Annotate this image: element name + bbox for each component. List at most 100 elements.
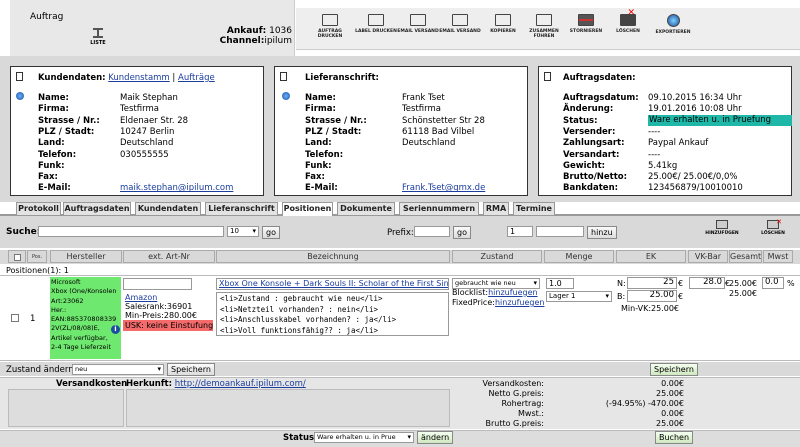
toolbar-button-1[interactable]: LABEL DRUCKEN [354,14,398,34]
toolbar-label: EXPORTIEREN [655,30,691,35]
list-button[interactable]: LISTE [86,28,110,46]
liefer-label-2: Strasse / Nr.: [305,115,367,126]
col-header-0: Pos. [27,250,47,263]
toolbar-button-7[interactable]: ✕ LÖSCHEN [606,9,650,35]
toolbar-button-8[interactable]: EXPORTIEREN [651,14,695,35]
kunde-label-4: Land: [38,138,65,149]
blocklist-label: Blocklist: [452,288,489,297]
search-count-select[interactable]: 10 [227,226,259,237]
auftrag-value-4: Paypal Ankauf [648,138,709,149]
add-position-button[interactable]: HINZUFÜGEN [705,220,739,236]
ankauf-info: Ankauf: 1036 Channel:ipilum [200,26,292,46]
col-header-1: Hersteller [50,250,122,263]
tab-lieferanschrift[interactable]: Lieferanschrift [205,202,278,215]
toolbar-button-4[interactable]: KOPIEREN [481,14,525,34]
email-forward-icon [452,14,468,26]
total-value-3: 0.00€ [661,409,684,418]
liefer-value-0: Frank Tset [402,93,445,103]
hersteller-cell: Microsoft Xbox (One/Konsolen Art:23062 Her.… [50,277,121,359]
lager-select[interactable]: Lager 1 [546,291,612,302]
fixedprice-link[interactable]: hinzufuegen [495,298,545,307]
auftraege-link[interactable]: Aufträge [178,73,215,83]
liefer-doc-icon [280,72,287,81]
total-value-2: (-94.95%) -470.00€ [605,399,684,408]
kunde-label-6: Funk: [38,160,65,171]
toolbar-label: STORNIEREN [569,29,603,34]
add-icon [716,220,728,229]
ek-n-input[interactable]: 25 [627,277,677,289]
kunde-value-8[interactable]: maik.stephan@ipilum.com [120,183,233,193]
liefer-value-8[interactable]: Frank.Tset@gmx.de [402,183,485,193]
toolbar-button-0[interactable]: AUFTRAG DRUCKEN [308,14,352,39]
col-header-5: Menge [544,250,614,263]
kunde-value-3: 10247 Berlin [120,126,175,137]
aendern-button[interactable]: ändern [417,431,454,444]
search-go-button[interactable]: go [262,226,280,239]
vk-bar-input[interactable]: 28.0 [689,277,725,289]
channel-value: ipilum [264,36,292,46]
prefix-input[interactable] [414,226,450,237]
toolbar-label: KOPIEREN [490,29,516,34]
kundenstamm-link[interactable]: Kundenstamm [108,73,169,83]
article-input[interactable] [536,226,584,237]
prefix-go-button[interactable]: go [453,226,471,239]
select-all-checkbox[interactable] [13,254,21,261]
item-checkbox[interactable] [11,314,19,322]
gesamt-value: 25.00€ [729,279,757,288]
search-input[interactable] [38,226,224,237]
tab-dokumente[interactable]: Dokumente [337,202,395,215]
tab-rma[interactable]: RMA [483,202,509,215]
delete-icon: ✕ [620,9,636,26]
ankauf-value: 1036 [269,26,292,36]
printer-icon [368,14,384,26]
tab-termine[interactable]: Termine [513,202,555,215]
liefer-label-1: Firma: [305,104,336,115]
tab-positionen[interactable]: Positionen [282,202,333,216]
info-icon[interactable]: i [111,325,120,334]
tab-auftragsdaten[interactable]: Auftragsdaten [63,202,131,215]
qty-input[interactable]: 1 [507,226,533,237]
toolbar-button-2[interactable]: EMAIL VERSAND [396,14,440,34]
hersteller-line-1: Xbox (One/Konsolen [51,287,117,296]
tab-protokoll[interactable]: Protokoll [16,202,61,215]
total-label-3: Mwst.: [518,409,544,418]
tab-kundendaten[interactable]: Kundendaten [135,202,201,215]
auftrag-title: Auftragsdaten: [563,73,636,83]
ext-artnr-input[interactable] [123,278,192,290]
speichern-button[interactable]: Speichern [650,363,698,376]
bezeichnung-title-input[interactable]: Xbox One Konsole + Dark Souls II: Schola… [216,278,449,290]
zustand-aendern-label: Zustand ändern [6,365,74,375]
ek-b-euro: € [678,292,684,301]
blocklist-link[interactable]: hinzufuegen [488,288,538,297]
hersteller-extra-0: 2V(ZL/08/08)E, [51,324,100,333]
copy-icon [495,14,511,26]
toolbar-button-6[interactable]: STORNIEREN [564,14,608,34]
zustand-speichern-button[interactable]: Speichern [167,363,215,376]
auftrag-label-0: Auftragsdatum: [563,93,639,103]
tab-seriennummern[interactable]: Seriennummern [399,202,479,215]
kunde-value-2: Eldenaer Str. 28 [120,115,189,126]
ek-b-label: B: [617,292,626,301]
shipping-input-area [8,389,124,427]
gesamt-value-2: 25.00€ [729,289,757,298]
mwst-input[interactable]: 0.0 [762,277,784,289]
toolbar-button-3[interactable]: EMAIL VERSAND [438,14,482,34]
total-label-1: Netto G.preis: [488,389,544,398]
add-label: HINZUFÜGEN [705,231,739,236]
ek-b-input[interactable]: 25.00 [627,290,677,302]
total-label-2: Rohertrag: [501,399,544,408]
toolbar-button-5[interactable]: ZUSAMMEN FÜHREN [522,14,566,39]
footer-status-select[interactable]: Ware erhalten u. in Prue [314,432,414,443]
zustand-aendern-select[interactable]: neu [72,364,164,375]
salesrank: Salesrank:36901 [125,302,193,311]
kunde-value-4: Deutschland [120,138,174,149]
bezeichnung-textarea[interactable]: <li>Zustand : gebraucht wie neu</li> <li>… [216,292,449,336]
hinzu-button[interactable]: hinzu [587,226,617,239]
herkunft-link[interactable]: http://demoankauf.ipilum.com/ [175,379,306,389]
buchen-button[interactable]: Buchen [655,431,694,444]
delete-position-button[interactable]: ✕ LÖSCHEN [756,218,790,236]
amazon-link[interactable]: Amazon [125,293,157,302]
bezeichnung-line-0: <li>Zustand : gebraucht wie neu</li> [220,294,383,303]
item-pos: 1 [30,314,36,324]
menge-input[interactable]: 1.0 [546,278,574,289]
